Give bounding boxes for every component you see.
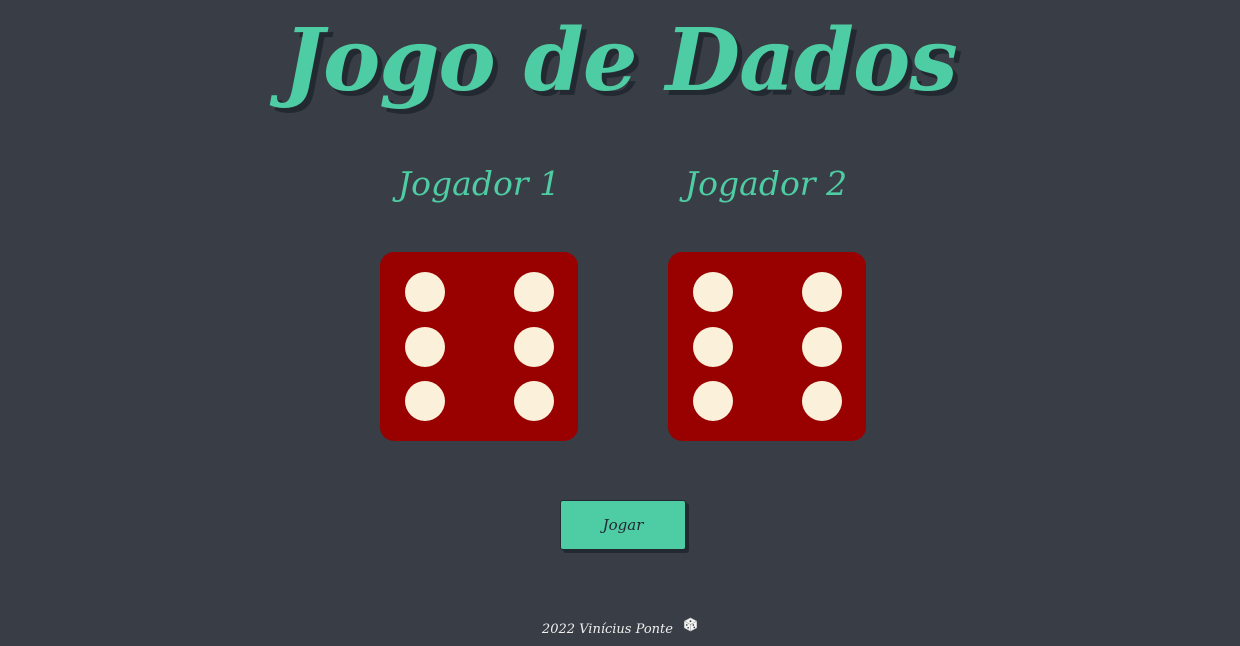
- player-1-label: Jogador 1: [397, 164, 561, 203]
- play-button[interactable]: Jogar: [560, 500, 686, 550]
- footer: 2022 Vinícius Ponte: [0, 617, 1240, 640]
- dice-pip: [405, 327, 445, 367]
- dice-pip: [405, 381, 445, 421]
- page-title: Jogo de Dados: [283, 10, 958, 111]
- dice-pip: [693, 327, 733, 367]
- player-1-dice: [380, 252, 578, 441]
- dice-pip: [693, 381, 733, 421]
- footer-credit: 2022 Vinícius Ponte: [541, 622, 673, 637]
- player-2-label: Jogador 2: [684, 164, 848, 203]
- dice-pip: [514, 272, 554, 312]
- dice-pip: [693, 272, 733, 312]
- dice-pip: [802, 381, 842, 421]
- dice-pip: [514, 327, 554, 367]
- dice-pip: [405, 272, 445, 312]
- dice-pip: [802, 272, 842, 312]
- dice-pip: [514, 381, 554, 421]
- dice-pip: [802, 327, 842, 367]
- player-2-dice: [668, 252, 866, 441]
- dice-icon: [683, 617, 698, 639]
